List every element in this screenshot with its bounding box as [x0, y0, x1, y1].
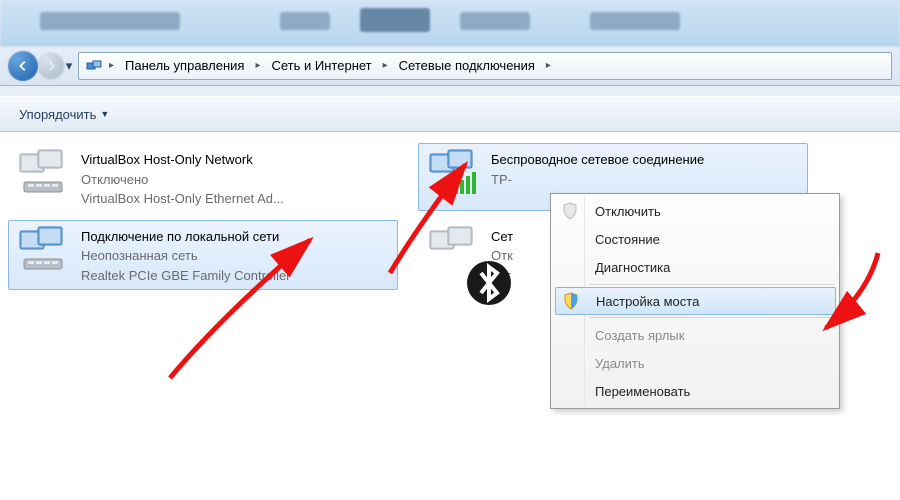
navbar: ▾ ▸ Панель управления ▸ Сеть и Интернет …	[0, 46, 900, 86]
context-menu: Отключить Состояние Диагностика Настройк…	[550, 193, 840, 409]
context-menu-disable[interactable]: Отключить	[555, 197, 836, 225]
shield-icon	[561, 202, 579, 220]
menu-separator	[589, 317, 834, 318]
chevron-right-icon[interactable]: ▸	[251, 60, 264, 71]
context-menu-rename[interactable]: Переименовать	[555, 377, 836, 405]
connection-item[interactable]: Сет Отк Уст	[418, 220, 548, 291]
connection-device: VirtualBox Host-Only Ethernet Ad...	[81, 189, 284, 209]
connection-status: Неопознанная сеть	[81, 246, 291, 266]
connection-name: Беспроводное сетевое соединение	[491, 150, 704, 170]
context-menu-status[interactable]: Состояние	[555, 225, 836, 253]
breadcrumb-segment[interactable]: Сеть и Интернет	[265, 53, 379, 79]
connection-item[interactable]: VirtualBox Host-Only Network Отключено V…	[8, 143, 398, 214]
network-adapter-disabled-icon	[15, 148, 73, 206]
bluetooth-icon	[461, 259, 485, 283]
network-adapter-bluetooth-icon	[425, 225, 483, 283]
breadcrumb-bar[interactable]: ▸ Панель управления ▸ Сеть и Интернет ▸ …	[78, 52, 892, 80]
connection-device: Realtek PCIe GBE Family Controller	[81, 266, 291, 286]
nav-history-dropdown[interactable]: ▾	[64, 56, 74, 76]
connection-item[interactable]: Подключение по локальной сети Неопознанн…	[8, 220, 398, 291]
context-menu-delete: Удалить	[555, 349, 836, 377]
menu-separator	[589, 284, 834, 285]
context-menu-diagnostics[interactable]: Диагностика	[555, 253, 836, 281]
chevron-right-icon[interactable]: ▸	[379, 60, 392, 71]
toolbar: Упорядочить ▼	[0, 96, 900, 132]
breadcrumb-segment[interactable]: Панель управления	[118, 53, 251, 79]
content-area: VirtualBox Host-Only Network Отключено V…	[0, 132, 900, 500]
chevron-right-icon[interactable]: ▸	[542, 60, 555, 71]
connection-name: Подключение по локальной сети	[81, 227, 291, 247]
shield-icon	[562, 292, 580, 310]
back-button[interactable]	[8, 51, 38, 81]
network-adapter-wireless-icon	[425, 148, 483, 206]
chevron-down-icon: ▼	[100, 109, 109, 119]
context-menu-shortcut: Создать ярлык	[555, 321, 836, 349]
context-menu-bridge[interactable]: Настройка моста	[555, 287, 836, 315]
network-location-icon	[85, 57, 103, 75]
connection-status: Отключено	[81, 170, 284, 190]
connection-status: TP-	[491, 170, 704, 190]
connection-name: Сет	[491, 227, 513, 247]
forward-button[interactable]	[38, 53, 64, 79]
window-titlebar	[0, 0, 900, 46]
network-adapter-icon	[15, 225, 73, 283]
breadcrumb-segment[interactable]: Сетевые подключения	[392, 53, 542, 79]
organize-button[interactable]: Упорядочить ▼	[10, 102, 118, 127]
chevron-right-icon[interactable]: ▸	[105, 60, 118, 71]
connection-name: VirtualBox Host-Only Network	[81, 150, 284, 170]
